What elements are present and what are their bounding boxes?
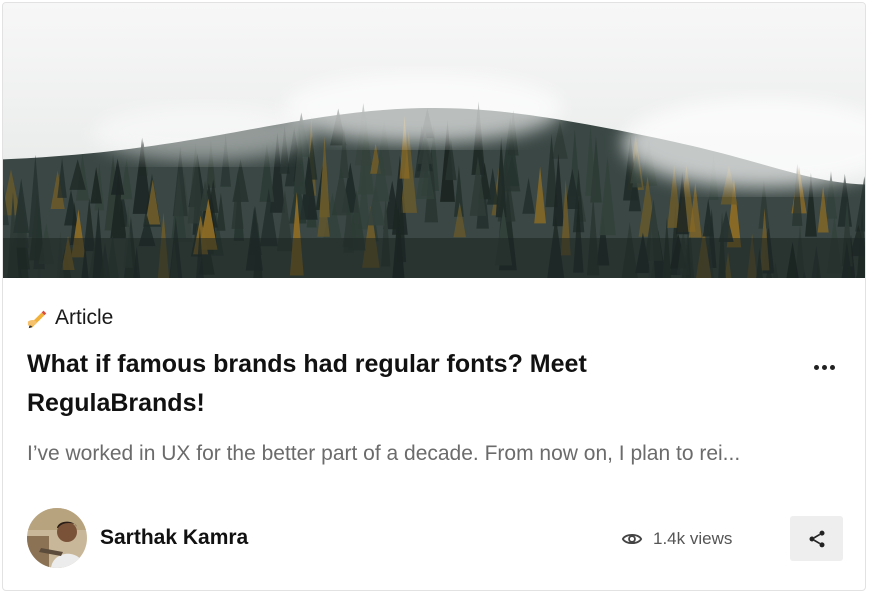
article-title[interactable]: What if famous brands had regular fonts?…: [27, 345, 747, 423]
avatar-image: [27, 508, 87, 568]
writing-hand-icon: [27, 310, 47, 329]
more-horizontal-icon: [813, 364, 819, 370]
author-name[interactable]: Sarthak Kamra: [100, 523, 248, 553]
view-count: 1.4k views: [621, 525, 732, 553]
post-type: Article: [27, 303, 113, 333]
avatar[interactable]: [27, 508, 87, 568]
views-label: 1.4k views: [653, 529, 733, 548]
post-type-label: Article: [55, 306, 114, 329]
article-card[interactable]: Article What if famous brands had regula…: [2, 2, 866, 591]
eye-icon: [621, 533, 643, 545]
article-excerpt: I’ve worked in UX for the better part of…: [27, 442, 741, 465]
cover-image: [3, 3, 865, 278]
share-icon: [809, 530, 824, 547]
share-button[interactable]: [790, 516, 843, 561]
more-options-button[interactable]: [805, 353, 843, 381]
